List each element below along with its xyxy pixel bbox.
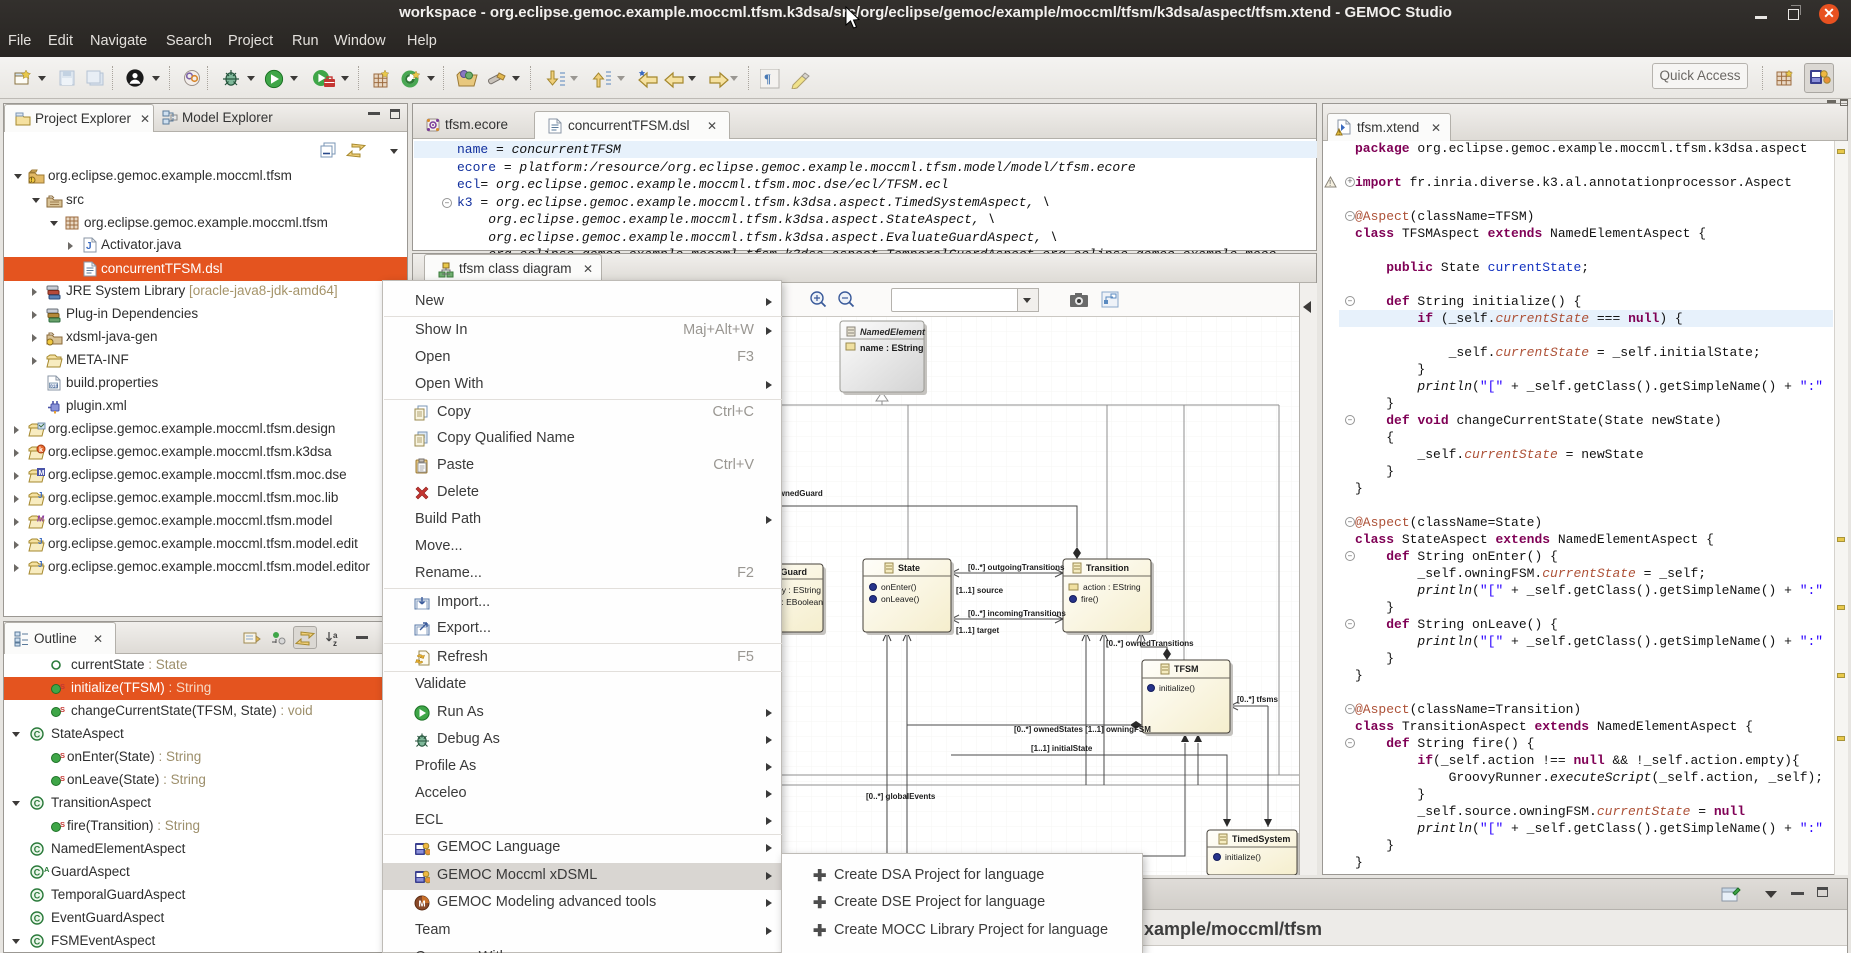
svg-text:S: S xyxy=(60,705,65,714)
svg-text:NamedElement: NamedElement xyxy=(860,327,926,337)
svg-text:J: J xyxy=(38,491,42,500)
svg-text:!: ! xyxy=(1338,131,1340,137)
svg-text:S: S xyxy=(60,751,65,760)
svg-text:initialize(): initialize() xyxy=(1225,852,1261,862)
svg-text:C: C xyxy=(34,937,41,947)
svg-text:C: C xyxy=(34,914,41,924)
svg-text:onLeave(): onLeave() xyxy=(881,594,919,604)
svg-text:S: S xyxy=(60,774,65,783)
svg-text:initialize(): initialize() xyxy=(1159,683,1195,693)
svg-text:Transition: Transition xyxy=(1086,563,1129,573)
svg-text:[0..*] incomingTransitions: [0..*] incomingTransitions xyxy=(968,609,1066,618)
svg-text:C: C xyxy=(34,845,41,855)
svg-text:[1..1] target: [1..1] target xyxy=(956,626,999,635)
svg-text:S: S xyxy=(60,820,65,829)
svg-text:010: 010 xyxy=(50,383,59,389)
svg-text:!: ! xyxy=(31,178,33,184)
svg-text:z: z xyxy=(333,639,337,647)
svg-text:C: C xyxy=(34,730,41,740)
svg-text:J: J xyxy=(86,241,92,252)
svg-text:[1..1] source: [1..1] source xyxy=(956,586,1004,595)
svg-text:TFSM: TFSM xyxy=(1174,664,1199,674)
svg-text:J: J xyxy=(38,560,42,569)
svg-text:M: M xyxy=(419,898,426,908)
svg-text:name : EString: name : EString xyxy=(860,343,924,353)
svg-text:k: k xyxy=(39,447,43,454)
svg-text:M: M xyxy=(39,470,45,477)
svg-text:[0..*] tfsms: [0..*] tfsms xyxy=(1237,695,1278,704)
svg-text:!: ! xyxy=(1329,179,1331,188)
svg-text:A: A xyxy=(44,865,50,874)
svg-text:¶: ¶ xyxy=(764,71,771,86)
svg-text:action : EString: action : EString xyxy=(1083,582,1141,592)
svg-text:S: S xyxy=(60,682,65,691)
svg-text:TimedSystem: TimedSystem xyxy=(1232,834,1290,844)
svg-text:C: C xyxy=(34,799,41,809)
svg-text:J: J xyxy=(38,537,42,546)
svg-text:fire(): fire() xyxy=(1081,594,1099,604)
svg-text:onEnter(): onEnter() xyxy=(881,582,917,592)
svg-text:State: State xyxy=(898,563,920,573)
svg-text:[0..*] outgoingTransitions: [0..*] outgoingTransitions xyxy=(968,563,1065,572)
svg-text:M: M xyxy=(37,514,45,524)
svg-text:[0..*] globalEvents: [0..*] globalEvents xyxy=(866,792,936,801)
svg-text:C: C xyxy=(34,868,41,878)
svg-text:[0..*] ownedTransitions: [0..*] ownedTransitions xyxy=(1106,639,1194,648)
svg-text:[0..*] ownedStates [1..1] owni: [0..*] ownedStates [1..1] owningFSM xyxy=(1014,725,1151,734)
svg-text:[1..1] initialState: [1..1] initialState xyxy=(1031,744,1093,753)
svg-text:C: C xyxy=(34,891,41,901)
